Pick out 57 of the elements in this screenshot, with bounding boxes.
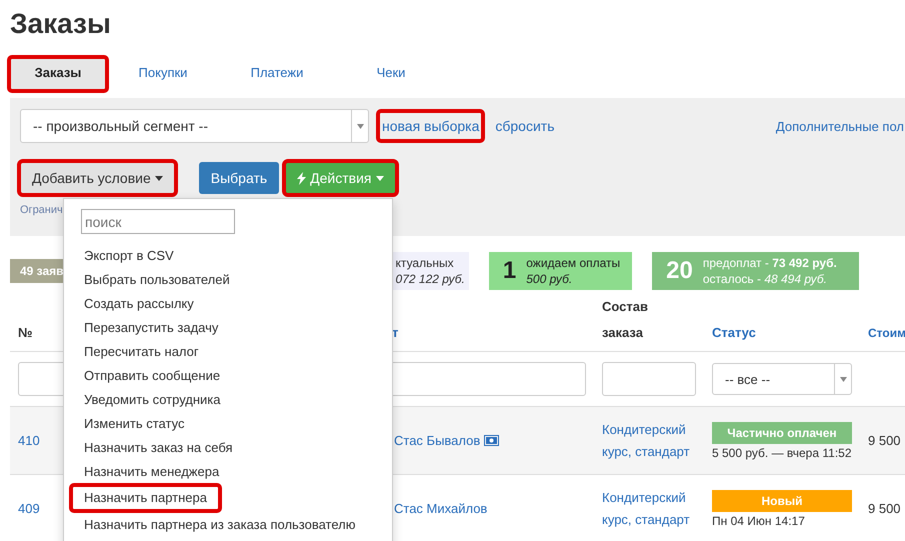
order-cost: 9 500 <box>868 433 901 448</box>
stat-count: 20 <box>666 263 693 279</box>
tab[interactable]: Покупки <box>106 58 220 90</box>
segment-select[interactable]: -- произвольный сегмент -- <box>20 109 369 143</box>
client-link[interactable]: Стас Михайлов <box>394 501 488 516</box>
column-header: Состав заказа <box>602 298 649 342</box>
stat-label: предоплат - 73 492 руб. <box>702 255 837 271</box>
order-cost: 9 500 <box>868 501 901 516</box>
choose-button[interactable]: Выбрать <box>198 162 280 194</box>
search-field[interactable]: поиск <box>81 209 235 234</box>
order-number-link[interactable]: 409 <box>18 501 40 516</box>
actions-button[interactable]: Действия <box>285 162 396 194</box>
caret-icon <box>840 376 846 382</box>
status-badge: Новый <box>712 490 852 512</box>
tab[interactable]: Заказы <box>10 58 106 90</box>
stat-amount: 500 руб. <box>526 271 574 287</box>
extra-fields-link[interactable]: Дополнительные пол <box>772 112 905 140</box>
menu-item[interactable]: Создать рассылку <box>72 292 206 316</box>
menu-item[interactable]: Перезапустить задачу <box>72 316 230 340</box>
menu-item[interactable]: Назначить менеджера <box>72 460 232 484</box>
stat-count: 1 <box>502 263 516 279</box>
reset-link[interactable]: сбросить <box>492 112 558 140</box>
new-selection-link[interactable]: новая выборка <box>379 112 482 140</box>
caret-icon <box>376 176 384 180</box>
order-number-link[interactable]: 410 <box>18 433 40 448</box>
client-link[interactable]: Стас Бывалов <box>394 433 480 448</box>
tab[interactable]: Чеки <box>334 58 448 90</box>
menu-item[interactable]: Назначить партнера из заказа пользователю <box>72 513 368 537</box>
column-header[interactable]: т <box>392 325 398 340</box>
add-condition-button[interactable]: Добавить условие <box>20 162 175 194</box>
menu-item[interactable]: Отправить сообщение <box>72 364 232 388</box>
menu-item[interactable]: Назначить партнера <box>72 486 219 510</box>
order-items-link[interactable]: Кондитерский курс, стандарт <box>602 418 702 462</box>
stat-label: ожидаем оплаты <box>526 255 620 271</box>
filter-input[interactable] <box>602 362 696 396</box>
status-note: Пн 04 Июн 14:17 <box>712 514 805 528</box>
filter-input[interactable] <box>390 362 586 396</box>
order-items-link[interactable]: Кондитерский курс, стандарт <box>602 486 702 530</box>
column-header: № <box>18 325 32 340</box>
stat-label: ктуальных <box>396 255 455 271</box>
column-header[interactable]: Статус <box>712 325 756 340</box>
menu-item[interactable]: Назначить заказ на себя <box>72 436 245 460</box>
caret-icon <box>356 124 364 128</box>
stat-amount: 072 122 руб. <box>396 271 465 287</box>
menu-item[interactable]: Пересчитать налог <box>72 340 211 364</box>
status-note: 5 500 руб. — вчера 11:52 <box>712 446 852 460</box>
column-header[interactable]: Стоим <box>868 326 905 340</box>
menu-item[interactable]: Изменить статус <box>72 412 196 436</box>
status-select[interactable]: -- все -- <box>712 363 852 395</box>
lightning-icon <box>297 172 306 184</box>
caret-icon <box>154 176 163 180</box>
tab[interactable]: Платежи <box>220 58 334 90</box>
stat-amount: осталось - 48 494 руб. <box>702 271 828 287</box>
page-title: Заказы <box>9 7 112 41</box>
limit-text: Огранич <box>20 204 64 216</box>
status-badge: Частично оплачен <box>712 422 852 444</box>
menu-item[interactable]: Уведомить сотрудника <box>72 388 233 412</box>
